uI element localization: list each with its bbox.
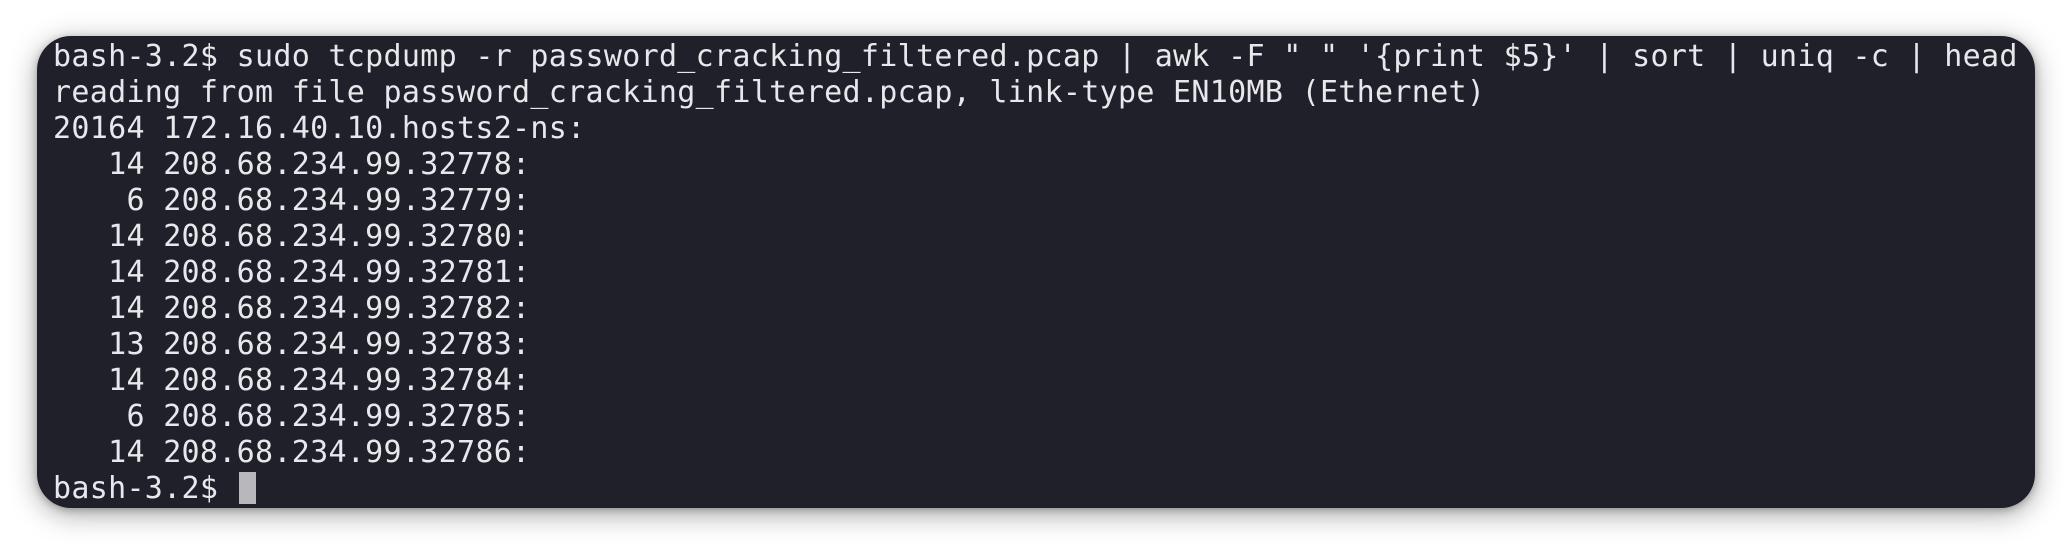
packet-count: 14 bbox=[53, 291, 145, 326]
packet-count: 14 bbox=[53, 363, 145, 398]
terminal-output[interactable]: bash-3.2$ sudo tcpdump -r password_crack… bbox=[53, 36, 2019, 508]
terminal-window[interactable]: bash-3.2$ sudo tcpdump -r password_crack… bbox=[37, 36, 2035, 508]
host-address: 208.68.234.99.32781: bbox=[163, 255, 531, 290]
command-line: bash-3.2$ sudo tcpdump -r password_crack… bbox=[53, 39, 2019, 75]
prompt: bash-3.2$ bbox=[53, 39, 237, 74]
host-address: 208.68.234.99.32782: bbox=[163, 291, 531, 326]
output-row: 6 208.68.234.99.32779: bbox=[53, 183, 2019, 219]
host-address: 208.68.234.99.32784: bbox=[163, 363, 531, 398]
input-line[interactable]: bash-3.2$ bbox=[53, 471, 2019, 507]
host-address: 208.68.234.99.32786: bbox=[163, 435, 531, 470]
host-address: 208.68.234.99.32779: bbox=[163, 183, 531, 218]
packet-count: 14 bbox=[53, 435, 145, 470]
info-line: reading from file password_cracking_filt… bbox=[53, 75, 1486, 110]
packet-count: 6 bbox=[53, 183, 145, 218]
packet-count: 14 bbox=[53, 147, 145, 182]
packet-count: 20164 bbox=[53, 111, 145, 146]
output-row: 14 208.68.234.99.32786: bbox=[53, 435, 2019, 471]
packet-count: 14 bbox=[53, 219, 145, 254]
screenshot-canvas: bash-3.2$ sudo tcpdump -r password_crack… bbox=[0, 0, 2072, 544]
output-row: 6 208.68.234.99.32785: bbox=[53, 399, 2019, 435]
output-row: 14 208.68.234.99.32782: bbox=[53, 291, 2019, 327]
packet-count: 6 bbox=[53, 399, 145, 434]
packet-count: 13 bbox=[53, 327, 145, 362]
output-row: 14 208.68.234.99.32781: bbox=[53, 255, 2019, 291]
final-prompt: bash-3.2$ bbox=[53, 471, 237, 506]
packet-count: 14 bbox=[53, 255, 145, 290]
output-row: 14 208.68.234.99.32784: bbox=[53, 363, 2019, 399]
host-address: 208.68.234.99.32783: bbox=[163, 327, 531, 362]
host-address: 208.68.234.99.32778: bbox=[163, 147, 531, 182]
host-address: 208.68.234.99.32780: bbox=[163, 219, 531, 254]
output-row: 14 208.68.234.99.32780: bbox=[53, 219, 2019, 255]
output-row: 14 208.68.234.99.32778: bbox=[53, 147, 2019, 183]
host-address: 172.16.40.10.hosts2-ns: bbox=[163, 111, 586, 146]
output-row: 13 208.68.234.99.32783: bbox=[53, 327, 2019, 363]
output-row: 20164 172.16.40.10.hosts2-ns: bbox=[53, 111, 2019, 147]
text-cursor bbox=[238, 472, 256, 504]
command-text: sudo tcpdump -r password_cracking_filter… bbox=[236, 39, 2018, 74]
host-address: 208.68.234.99.32785: bbox=[163, 399, 531, 434]
